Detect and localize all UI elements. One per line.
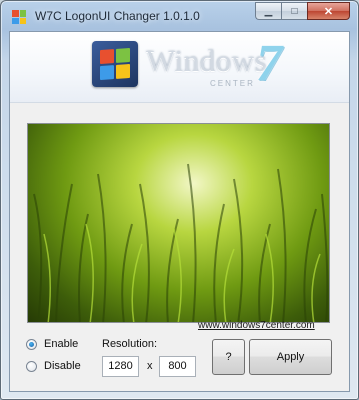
close-icon: ✕ [323, 5, 334, 18]
resolution-label: Resolution: [102, 338, 158, 350]
title-bar[interactable]: W7C LogonUI Changer 1.0.1.0 ▁ □ ✕ [1, 1, 358, 31]
minimize-icon: ▁ [264, 5, 273, 17]
help-button[interactable]: ? [212, 339, 245, 375]
resolution-height-field[interactable]: 800 [159, 356, 196, 377]
resolution-separator: x [147, 360, 153, 372]
logo-subtitle: CENTER [210, 79, 255, 88]
enable-radio[interactable] [26, 338, 37, 350]
apply-button[interactable]: Apply [249, 339, 332, 375]
enable-option[interactable]: Enable [26, 338, 78, 350]
client-area: Windows CENTER 7 www.windows7center.com … [9, 31, 350, 392]
disable-option[interactable]: Disable [26, 360, 81, 372]
app-window: W7C LogonUI Changer 1.0.1.0 ▁ □ ✕ Window… [0, 0, 359, 400]
banner: Windows CENTER 7 [10, 32, 349, 103]
disable-radio[interactable] [26, 360, 37, 372]
close-button[interactable]: ✕ [307, 2, 350, 20]
window-title: W7C LogonUI Changer 1.0.1.0 [35, 9, 200, 23]
app-icon[interactable] [12, 10, 26, 24]
maximize-icon: □ [291, 5, 298, 17]
enable-label: Enable [44, 338, 79, 350]
disable-label: Disable [44, 360, 81, 372]
logo-number: 7 [256, 35, 282, 92]
windows-flag-icon [92, 41, 138, 87]
logon-background-preview [27, 123, 330, 323]
logo-wordmark: Windows [146, 43, 268, 78]
resolution-width-field[interactable]: 1280 [102, 356, 139, 377]
maximize-button[interactable]: □ [281, 2, 307, 20]
website-link[interactable]: www.windows7center.com [198, 320, 315, 331]
minimize-button[interactable]: ▁ [255, 2, 281, 20]
